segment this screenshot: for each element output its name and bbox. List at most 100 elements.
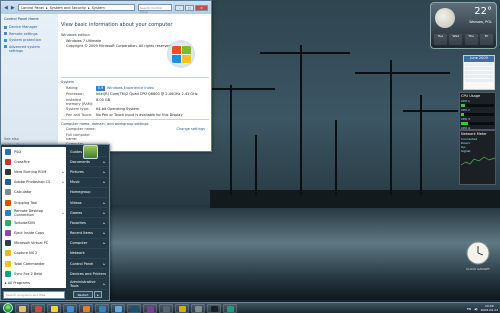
start-place-item[interactable]: Homegroup: [67, 188, 107, 198]
taskbar-app-ie[interactable]: [63, 303, 77, 313]
taskbar-app-outlook[interactable]: [95, 303, 109, 313]
clock-gadget[interactable]: CLOCK GADGET: [462, 240, 494, 271]
calendar-day-cell[interactable]: [489, 74, 493, 79]
program-item[interactable]: Capture NX 2: [2, 249, 66, 259]
start-place-item[interactable]: Control Panel ▸: [67, 259, 107, 270]
network-meter-gadget[interactable]: Network Meter Connected Down: Up: Signal…: [459, 130, 496, 185]
calendar-day-cell[interactable]: [469, 74, 473, 79]
calendar-day-cell[interactable]: [473, 78, 477, 82]
start-place-item[interactable]: Administrative Tools ▸: [67, 279, 107, 290]
program-item[interactable]: Calculator: [2, 188, 66, 198]
calendar-day-cell[interactable]: [477, 66, 481, 71]
taskbar-app-tortoise[interactable]: [31, 303, 45, 313]
shutdown-button[interactable]: Restart: [73, 291, 93, 298]
volume-icon[interactable]: ◀): [474, 307, 477, 311]
start-search-input[interactable]: Search programs and files: [3, 291, 65, 299]
program-item[interactable]: CrossFire: [2, 157, 66, 167]
calendar-day-cell[interactable]: [485, 63, 489, 67]
tray-clock[interactable]: 10:49 2009-06-23: [481, 304, 498, 312]
program-item[interactable]: Sync Fox 2 Beta: [2, 269, 66, 279]
search-input[interactable]: Search Control Panel: [138, 4, 172, 14]
start-place-item[interactable]: Music ▸: [67, 178, 107, 188]
calendar-day-cell[interactable]: [469, 78, 473, 82]
start-place-item[interactable]: Videos ▸: [67, 198, 107, 209]
calendar-day-cell[interactable]: [477, 74, 481, 79]
maximize-button[interactable]: □: [185, 4, 194, 11]
breadcrumb-item[interactable]: System and Security: [50, 6, 86, 10]
calendar-day-cell[interactable]: [481, 74, 485, 79]
calendar-day-cell[interactable]: [465, 74, 469, 79]
calendar-day-cell[interactable]: [481, 66, 485, 71]
taskbar-app-capture[interactable]: [175, 303, 189, 313]
calendar-day-cell[interactable]: [465, 63, 469, 67]
calendar-day-cell[interactable]: [473, 74, 477, 79]
calendar-day-cell[interactable]: [485, 70, 489, 75]
start-place-item[interactable]: Devices and Printers: [67, 269, 107, 280]
breadcrumb[interactable]: Control Panel ▸ System and Security ▸ Sy…: [17, 4, 135, 11]
calendar-day-cell[interactable]: [489, 78, 493, 82]
calendar-day-cell[interactable]: [489, 70, 493, 75]
breadcrumb-item[interactable]: Control Panel: [21, 6, 44, 10]
calendar-day-cell[interactable]: [481, 70, 485, 75]
calendar-day-cell[interactable]: [485, 66, 489, 71]
taskbar-app-explorer[interactable]: [15, 303, 29, 313]
program-item[interactable]: Adobe Photoshop CS ▸: [2, 178, 66, 188]
weather-gadget[interactable]: 22° Warsaw, POL Tue Wed Thu Fri: [430, 2, 497, 49]
start-place-item[interactable]: Pictures ▸: [67, 167, 107, 178]
sidebar-item-advanced-settings[interactable]: Advanced system settings: [4, 45, 55, 53]
taskbar-app-sync[interactable]: [223, 303, 237, 313]
language-indicator[interactable]: EN: [467, 307, 471, 311]
start-place-item[interactable]: Recent Items ▸: [67, 229, 107, 239]
breadcrumb-item[interactable]: System: [92, 6, 105, 10]
calendar-day-cell[interactable]: [485, 78, 489, 82]
calendar-day-cell[interactable]: [473, 66, 477, 71]
taskbar-app-messenger[interactable]: [111, 303, 125, 313]
calendar-day-cell[interactable]: [477, 70, 481, 75]
calendar-day-cell[interactable]: [481, 63, 485, 67]
shutdown-options-button[interactable]: ▸: [94, 291, 102, 298]
start-place-item[interactable]: Games ▸: [67, 208, 107, 219]
calendar-day-cell[interactable]: [473, 63, 477, 67]
minimize-button[interactable]: –: [175, 4, 184, 11]
taskbar-app-media-player[interactable]: [79, 303, 93, 313]
sidebar-item-remote-settings[interactable]: Remote settings: [4, 32, 55, 36]
program-item[interactable]: PSD: [2, 147, 66, 157]
forward-icon[interactable]: ▶: [11, 5, 15, 11]
start-button[interactable]: [3, 303, 13, 313]
calendar-day-cell[interactable]: [489, 63, 493, 67]
program-item[interactable]: TortoiseSVN: [2, 218, 66, 228]
close-button[interactable]: ✕: [195, 4, 208, 11]
program-item[interactable]: Microsoft Virtual PC: [2, 239, 66, 249]
calendar-day-cell[interactable]: [477, 78, 481, 82]
taskbar-app-photoshop[interactable]: [127, 303, 141, 313]
taskbar-app-total-commander[interactable]: [47, 303, 61, 313]
experience-index-link[interactable]: Windows Experience Index: [107, 86, 154, 90]
calendar-day-cell[interactable]: [469, 66, 473, 71]
calendar-day-cell[interactable]: [473, 70, 477, 75]
program-item[interactable]: Nero Burning ROM ▸: [2, 167, 66, 177]
calendar-day-cell[interactable]: [485, 74, 489, 79]
program-item[interactable]: Remote Desktop Connection ▸: [2, 208, 66, 218]
taskbar-app-visual-studio[interactable]: [143, 303, 157, 313]
back-icon[interactable]: ◀: [4, 5, 8, 11]
all-programs-button[interactable]: ▸ All Programs: [5, 281, 30, 285]
calendar-day-cell[interactable]: [465, 78, 469, 82]
calendar-day-cell[interactable]: [469, 70, 473, 75]
calendar-day-cell[interactable]: [465, 66, 469, 71]
calendar-day-cell[interactable]: [481, 78, 485, 82]
change-settings-link[interactable]: Change settings: [177, 127, 205, 131]
start-place-item[interactable]: Network: [67, 249, 107, 260]
sidebar-item-system-protection[interactable]: System protection: [4, 38, 55, 42]
experience-index-badge[interactable]: 5.9: [96, 85, 105, 91]
start-place-item[interactable]: Computer ▸: [67, 239, 107, 249]
taskbar-app-virtual-pc[interactable]: [159, 303, 173, 313]
calendar-day-cell[interactable]: [469, 63, 473, 67]
taskbar-app-calculator[interactable]: [191, 303, 205, 313]
calendar-gadget[interactable]: June 2009: [463, 55, 495, 90]
cpu-meter-gadget[interactable]: CPU Usage CPU 1 CPU 2 CPU 3 CPU 4: [459, 92, 496, 134]
program-item[interactable]: Snipping Tool: [2, 198, 66, 208]
sidebar-home-link[interactable]: Control Panel Home: [4, 17, 55, 21]
avatar[interactable]: [83, 145, 98, 159]
taskbar-app-nero[interactable]: [207, 303, 221, 313]
start-place-item[interactable]: Favorites ▸: [67, 218, 107, 229]
